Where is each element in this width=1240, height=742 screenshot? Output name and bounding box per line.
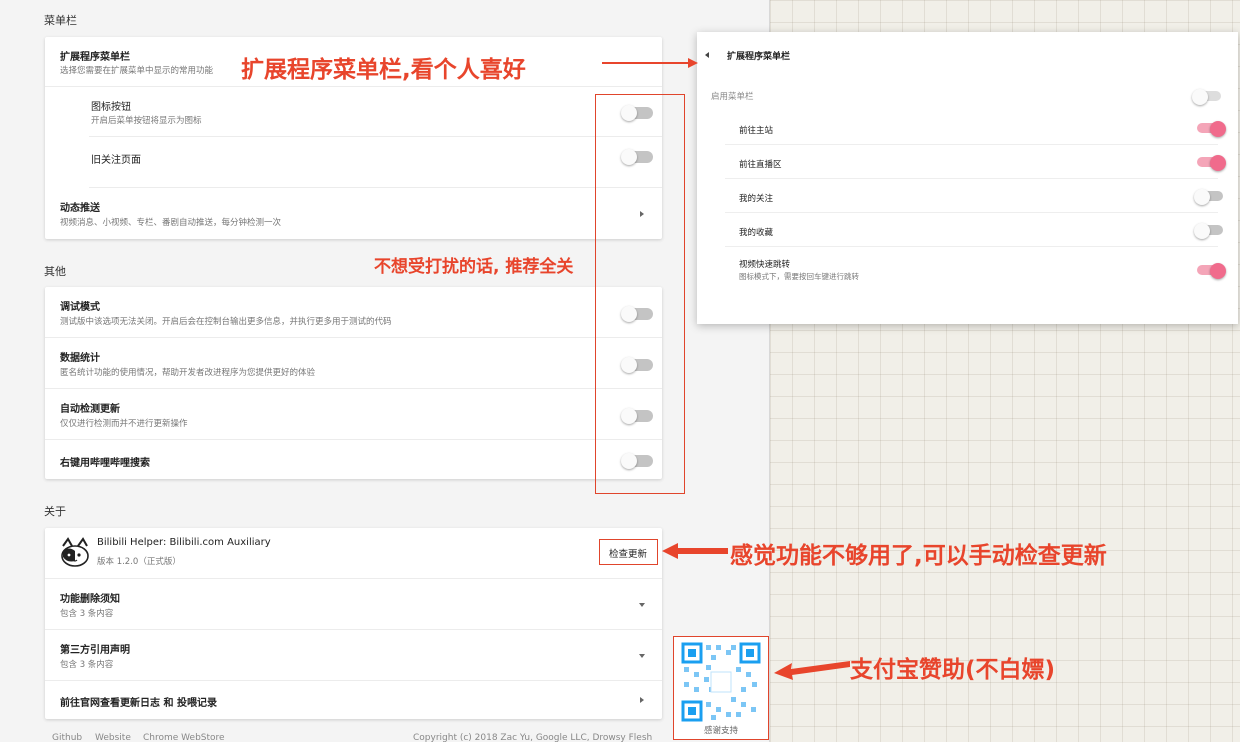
row-title: 数据统计 — [60, 353, 100, 364]
annotation-menu-note: 扩展程序菜单栏,看个人喜好 — [241, 57, 526, 83]
popup-item-follow: 我的关注 — [725, 179, 1223, 213]
row-old-follow-page: 旧关注页面 — [89, 137, 662, 188]
row-icon-button: 图标按钮 开启后菜单按钮将显示为图标 — [89, 87, 662, 137]
footer-link-webstore[interactable]: Chrome WebStore — [143, 733, 225, 742]
popup-item-label: 我的关注 — [739, 194, 774, 204]
row-dynamic-push[interactable]: 动态推送 视频消息、小视频、专栏、番剧自动推送，每分钟检测一次 — [45, 188, 662, 239]
row-title: 自动检测更新 — [60, 404, 120, 415]
chevron-down-icon — [639, 603, 645, 607]
popup-item-label: 我的收藏 — [739, 228, 774, 238]
quick-jump-toggle[interactable] — [1197, 263, 1226, 279]
popup-menu-panel: 扩展程序菜单栏 启用菜单栏 前往主站 前往直播区 我的关注 我的收藏 视频快速跳… — [697, 32, 1238, 324]
row-title: 扩展程序菜单栏 — [60, 52, 130, 63]
arrow-left-icon — [662, 543, 728, 559]
main-site-toggle[interactable] — [1197, 121, 1226, 137]
section-title-other: 其他 — [44, 265, 66, 278]
annotation-disturb-note: 不想受打扰的话, 推荐全关 — [374, 257, 574, 277]
app-version: 版本 1.2.0（正式版） — [97, 557, 181, 567]
annotation-update-note: 感觉功能不够用了,可以手动检查更新 — [730, 543, 1107, 569]
row-desc: 选择您需要在扩展菜单中显示的常用功能 — [60, 66, 214, 76]
row-title: 功能删除须知 — [60, 594, 120, 605]
row-title: 图标按钮 — [91, 102, 131, 113]
row-third-party[interactable]: 第三方引用声明 包含 3 条内容 — [45, 630, 662, 681]
popup-item-label: 前往直播区 — [739, 160, 782, 170]
row-app-info: Bilibili Helper: Bilibili.com Auxiliary … — [45, 528, 662, 579]
qr-code-icon — [680, 641, 762, 723]
donate-qr-box: 感谢支持 — [673, 636, 769, 740]
popup-item-desc: 图标模式下，需要按回车键进行跳转 — [739, 272, 859, 281]
live-toggle[interactable] — [1197, 155, 1226, 171]
other-card: 调试模式 测试版中该选项无法关闭。开启后会在控制台输出更多信息，并执行更多用于测… — [45, 287, 662, 479]
qr-caption: 感谢支持 — [703, 726, 738, 736]
row-statistics: 数据统计 匿名统计功能的使用情况，帮助开发者改进程序为您提供更好的体验 — [45, 338, 662, 389]
row-desc: 开启后菜单按钮将显示为图标 — [91, 116, 202, 126]
row-title: 右键用哔哩哔哩搜索 — [60, 458, 150, 469]
popup-enable-label: 启用菜单栏 — [711, 92, 754, 102]
row-debug-mode: 调试模式 测试版中该选项无法关闭。开启后会在控制台输出更多信息，并执行更多用于测… — [45, 287, 662, 338]
popup-item-favorites: 我的收藏 — [725, 213, 1223, 247]
row-desc: 仅仅进行检测而并不进行更新操作 — [60, 419, 188, 429]
check-update-highlight-box — [599, 539, 658, 565]
popup-item-label: 前往主站 — [739, 126, 774, 136]
row-title: 调试模式 — [60, 302, 100, 313]
footer-copyright: Copyright (c) 2018 Zac Yu, Google LLC, D… — [413, 733, 653, 742]
bilibili-cat-logo-icon — [61, 537, 89, 567]
row-title: 前往官网查看更新日志 和 投喂记录 — [60, 698, 217, 709]
arrow-left-icon — [774, 661, 850, 680]
row-auto-update-check: 自动检测更新 仅仅进行检测而并不进行更新操作 — [45, 389, 662, 440]
row-desc: 包含 3 条内容 — [60, 660, 114, 670]
popup-item-quick-jump: 视频快速跳转 图标模式下，需要按回车键进行跳转 — [725, 247, 1226, 291]
row-desc: 视频消息、小视频、专栏、番剧自动推送，每分钟检测一次 — [60, 218, 282, 228]
row-title: 第三方引用声明 — [60, 645, 130, 656]
popup-item-main-site: 前往主站 — [725, 111, 1226, 145]
row-removed-features[interactable]: 功能删除须知 包含 3 条内容 — [45, 579, 662, 630]
arrow-right-icon — [602, 58, 698, 68]
back-arrow-icon[interactable] — [705, 52, 709, 58]
row-right-click-search: 右键用哔哩哔哩搜索 — [45, 440, 662, 479]
follow-toggle[interactable] — [1194, 189, 1223, 205]
app-name: Bilibili Helper: Bilibili.com Auxiliary — [97, 537, 271, 548]
footer-link-website[interactable]: Website — [95, 733, 131, 742]
popup-item-live: 前往直播区 — [725, 145, 1226, 179]
row-title: 动态推送 — [60, 203, 100, 214]
about-card: Bilibili Helper: Bilibili.com Auxiliary … — [45, 528, 662, 719]
popup-enable-toggle[interactable] — [1192, 89, 1221, 105]
row-title: 旧关注页面 — [91, 155, 141, 166]
chevron-right-icon — [640, 697, 644, 703]
section-title-menu: 菜单栏 — [44, 14, 77, 27]
chevron-down-icon — [639, 654, 645, 658]
row-changelog-link[interactable]: 前往官网查看更新日志 和 投喂记录 — [45, 681, 662, 719]
annotation-donate-note: 支付宝赞助(不白嫖) — [850, 657, 1056, 683]
section-title-about: 关于 — [44, 505, 66, 518]
footer-link-github[interactable]: Github — [52, 733, 82, 742]
row-desc: 匿名统计功能的使用情况，帮助开发者改进程序为您提供更好的体验 — [60, 368, 316, 378]
toggles-highlight-box — [595, 94, 685, 494]
favorites-toggle[interactable] — [1194, 223, 1223, 239]
row-desc: 包含 3 条内容 — [60, 609, 114, 619]
popup-item-label: 视频快速跳转 — [739, 260, 791, 270]
row-desc: 测试版中该选项无法关闭。开启后会在控制台输出更多信息，并执行更多用于测试的代码 — [60, 317, 392, 327]
popup-title: 扩展程序菜单栏 — [727, 52, 791, 62]
